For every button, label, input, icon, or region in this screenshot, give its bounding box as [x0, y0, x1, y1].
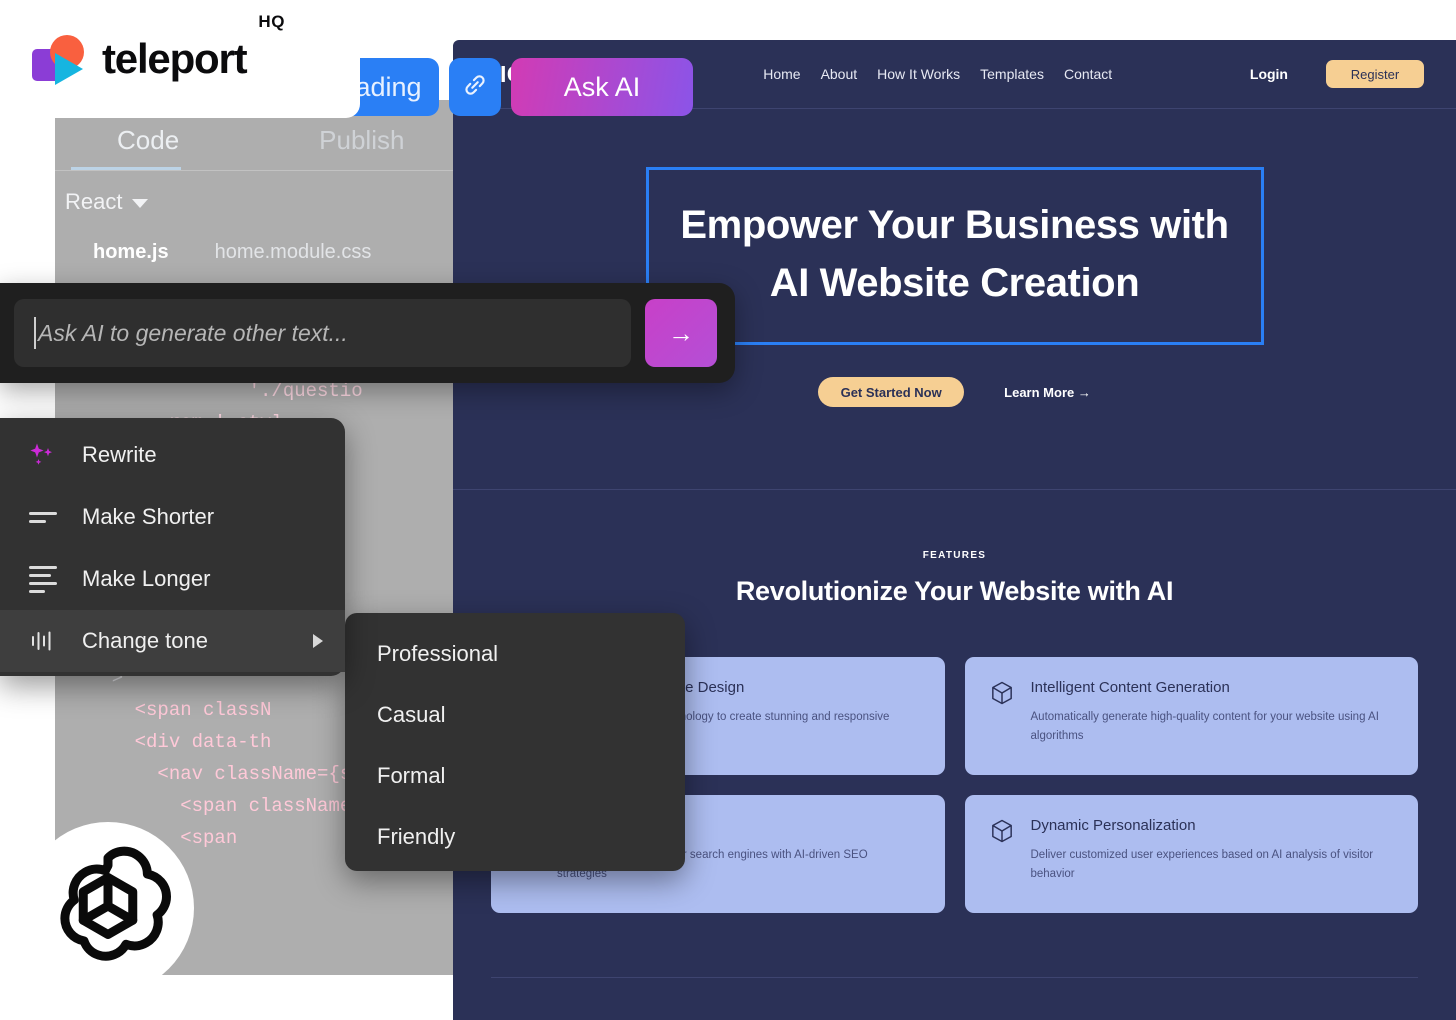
nav-link-templates[interactable]: Templates	[980, 66, 1044, 82]
code-line: <div data-th	[89, 730, 272, 753]
openai-logo-icon	[33, 831, 183, 986]
menu-item-label: Change tone	[82, 628, 208, 653]
waveform-icon	[26, 629, 60, 653]
screenshot-root: AICREATOR Home About How It Works Templa…	[0, 0, 1456, 1020]
tone-option-professional[interactable]: Professional	[345, 623, 685, 684]
nav-link-contact[interactable]: Contact	[1064, 66, 1112, 82]
feature-body: Deliver customized user experiences base…	[1030, 849, 1374, 880]
nav-link-home[interactable]: Home	[763, 66, 800, 82]
arrow-right-icon: →	[668, 317, 694, 348]
tone-option-casual[interactable]: Casual	[345, 684, 685, 745]
features-title: Revolutionize Your Website with AI	[735, 576, 1174, 606]
get-started-button[interactable]: Get Started Now	[818, 377, 965, 407]
menu-item-label: Make Longer	[82, 566, 211, 591]
ai-submit-button[interactable]: →	[645, 299, 717, 367]
chevron-right-icon	[313, 634, 323, 648]
ask-ai-button[interactable]: Ask AI	[511, 58, 693, 116]
tone-submenu: Professional Casual Formal Friendly	[345, 613, 685, 871]
cube-icon	[991, 819, 1013, 889]
text-caret	[34, 317, 36, 349]
login-link[interactable]: Login	[1250, 66, 1288, 82]
tone-option-formal[interactable]: Formal	[345, 745, 685, 806]
file-tab-home-module-css[interactable]: home.module.css	[215, 241, 372, 264]
framework-label: React	[65, 189, 123, 214]
feature-card[interactable]: Dynamic Personalization Deliver customiz…	[964, 795, 1418, 913]
link-icon	[462, 72, 488, 103]
tab-publish[interactable]: Publish	[197, 125, 422, 170]
openai-badge	[22, 822, 194, 994]
hero-heading-selection[interactable]: Empower Your Business with AI Website Cr…	[645, 167, 1264, 345]
file-tabs: home.js home.module.css	[55, 215, 455, 264]
learn-more-link[interactable]: Learn More →	[1004, 385, 1091, 400]
feature-title: Intelligent Content Generation	[1030, 679, 1230, 696]
tab-code[interactable]: Code	[70, 125, 197, 170]
ai-context-menu: Rewrite Make Shorter Make Longer Change …	[0, 418, 345, 676]
features-eyebrow: FEATURES	[922, 550, 987, 561]
file-tab-home-js[interactable]: home.js	[93, 241, 169, 264]
teleporthq-logo-icon	[30, 33, 90, 85]
tone-option-friendly[interactable]: Friendly	[345, 806, 685, 867]
feature-body: Automatically generate high-quality cont…	[1030, 711, 1379, 742]
code-line: <span classN	[89, 698, 272, 721]
teleporthq-logo-card: teleport HQ	[0, 0, 360, 118]
brand-suffix: HQ	[258, 12, 285, 31]
make-shorter-icon	[26, 511, 60, 523]
hero-heading: Empower Your Business with AI Website Cr…	[680, 203, 1229, 305]
code-line: <nav className={sty	[89, 762, 375, 785]
menu-item-make-longer[interactable]: Make Longer	[0, 548, 345, 610]
menu-item-label: Make Shorter	[82, 504, 215, 529]
sparkles-icon	[26, 442, 60, 468]
preview-nav-links: Home About How It Works Templates Contac…	[763, 66, 1112, 82]
brand-name: teleport	[102, 35, 248, 82]
chevron-down-icon	[132, 199, 149, 208]
cube-icon	[991, 681, 1013, 751]
code-line: <span className={	[89, 794, 375, 817]
link-button[interactable]	[449, 58, 501, 116]
feature-title: Dynamic Personalization	[1030, 817, 1196, 834]
features-section-divider	[491, 977, 1418, 978]
make-longer-icon	[26, 565, 60, 593]
register-button[interactable]: Register	[1326, 60, 1424, 88]
ai-prompt-bar: Ask AI to generate other text... →	[0, 283, 735, 383]
menu-item-rewrite[interactable]: Rewrite	[0, 424, 345, 486]
nav-link-about[interactable]: About	[821, 66, 858, 82]
code-line: './questio	[89, 379, 363, 402]
menu-item-change-tone[interactable]: Change tone	[0, 610, 345, 672]
nav-link-how-it-works[interactable]: How It Works	[877, 66, 960, 82]
menu-item-make-shorter[interactable]: Make Shorter	[0, 486, 345, 548]
ai-prompt-input[interactable]: Ask AI to generate other text...	[14, 299, 631, 367]
website-preview-window: AICREATOR Home About How It Works Templa…	[453, 40, 1456, 1020]
menu-item-label: Rewrite	[82, 442, 157, 467]
framework-selector[interactable]: React	[55, 171, 455, 215]
ai-prompt-placeholder: Ask AI to generate other text...	[38, 319, 348, 346]
feature-card[interactable]: Intelligent Content Generation Automatic…	[964, 657, 1418, 775]
